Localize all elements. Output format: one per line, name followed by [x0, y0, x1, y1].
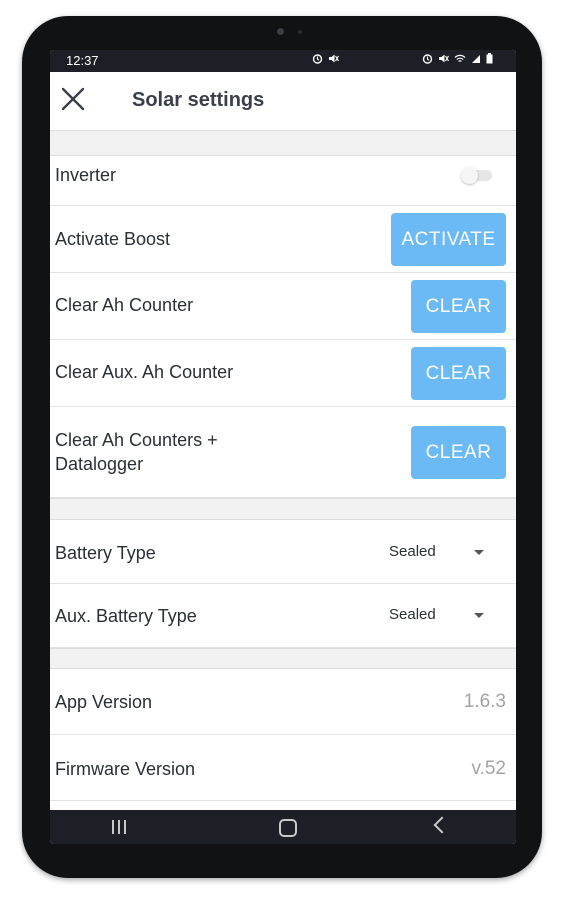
clear-aux-ah-counter-row: Clear Aux. Ah Counter CLEAR: [50, 340, 516, 407]
chevron-down-icon[interactable]: [474, 550, 484, 555]
clear-all-counters-label-line1: Clear Ah Counters +: [55, 430, 218, 450]
battery-type-row: Battery Type Sealed: [50, 520, 516, 584]
mute-icon: [439, 54, 450, 63]
clear-all-counters-row: Clear Ah Counters + Datalogger CLEAR: [50, 407, 516, 498]
sensor-dot: [298, 30, 302, 34]
status-bar: 12:37: [50, 50, 516, 72]
screen: 12:37 Solar settings Inverter Activate B…: [50, 50, 516, 844]
clear-all-counters-label-line2: Datalogger: [55, 454, 144, 474]
clear-ah-counter-label: Clear Ah Counter: [55, 295, 194, 315]
section-divider: [50, 648, 516, 669]
tablet-frame: 12:37 Solar settings Inverter Activate B…: [22, 16, 542, 878]
clear-all-counters-label: Clear Ah Counters + Datalogger: [55, 428, 218, 476]
app-bar: Solar settings: [50, 72, 516, 131]
wifi-icon: [454, 54, 466, 62]
close-icon[interactable]: [58, 84, 88, 114]
home-icon[interactable]: [279, 819, 297, 837]
battery-type-label: Battery Type: [55, 543, 156, 563]
alarm-icon: [312, 54, 323, 64]
app-version-value: 1.6.3: [463, 691, 506, 712]
page-title: Solar settings: [132, 89, 265, 111]
signal-icon: [472, 55, 481, 63]
recent-apps-icon[interactable]: [112, 820, 128, 834]
activate-boost-row: Activate Boost ACTIVATE: [50, 206, 516, 273]
app-version-row: App Version 1.6.3: [50, 669, 516, 735]
activate-boost-label: Activate Boost: [55, 229, 171, 249]
inverter-toggle[interactable]: [461, 167, 493, 184]
battery-icon: [486, 53, 493, 64]
aux-battery-type-label: Aux. Battery Type: [55, 606, 197, 626]
clear-aux-ah-counter-button[interactable]: CLEAR: [411, 347, 506, 400]
toggle-thumb: [461, 167, 478, 184]
inverter-label: Inverter: [55, 165, 117, 185]
firmware-version-row: Firmware Version v.52: [50, 735, 516, 801]
inverter-row: Inverter: [50, 156, 516, 206]
aux-battery-type-select[interactable]: Sealed: [389, 606, 436, 623]
app-version-label: App Version: [55, 692, 153, 712]
clear-ah-counter-row: Clear Ah Counter CLEAR: [50, 273, 516, 340]
clear-ah-counter-button[interactable]: CLEAR: [411, 280, 506, 333]
alarm-icon: [422, 54, 433, 64]
firmware-version-label: Firmware Version: [55, 759, 196, 779]
clear-all-counters-button[interactable]: CLEAR: [411, 426, 506, 479]
activate-button[interactable]: ACTIVATE: [391, 213, 506, 266]
navigation-bar: [50, 810, 516, 844]
section-divider: [50, 130, 516, 156]
aux-battery-type-row: Aux. Battery Type Sealed: [50, 584, 516, 648]
back-icon[interactable]: [433, 816, 451, 834]
status-notification-icons: [312, 53, 340, 67]
clear-aux-ah-counter-label: Clear Aux. Ah Counter: [55, 362, 234, 382]
firmware-version-value: v.52: [471, 758, 506, 779]
mute-icon: [329, 54, 340, 63]
section-divider: [50, 498, 516, 520]
battery-type-select[interactable]: Sealed: [389, 543, 436, 560]
status-system-icons: [422, 53, 493, 67]
chevron-down-icon[interactable]: [474, 613, 484, 618]
status-time: 12:37: [66, 53, 99, 68]
camera-icon: [277, 28, 284, 35]
